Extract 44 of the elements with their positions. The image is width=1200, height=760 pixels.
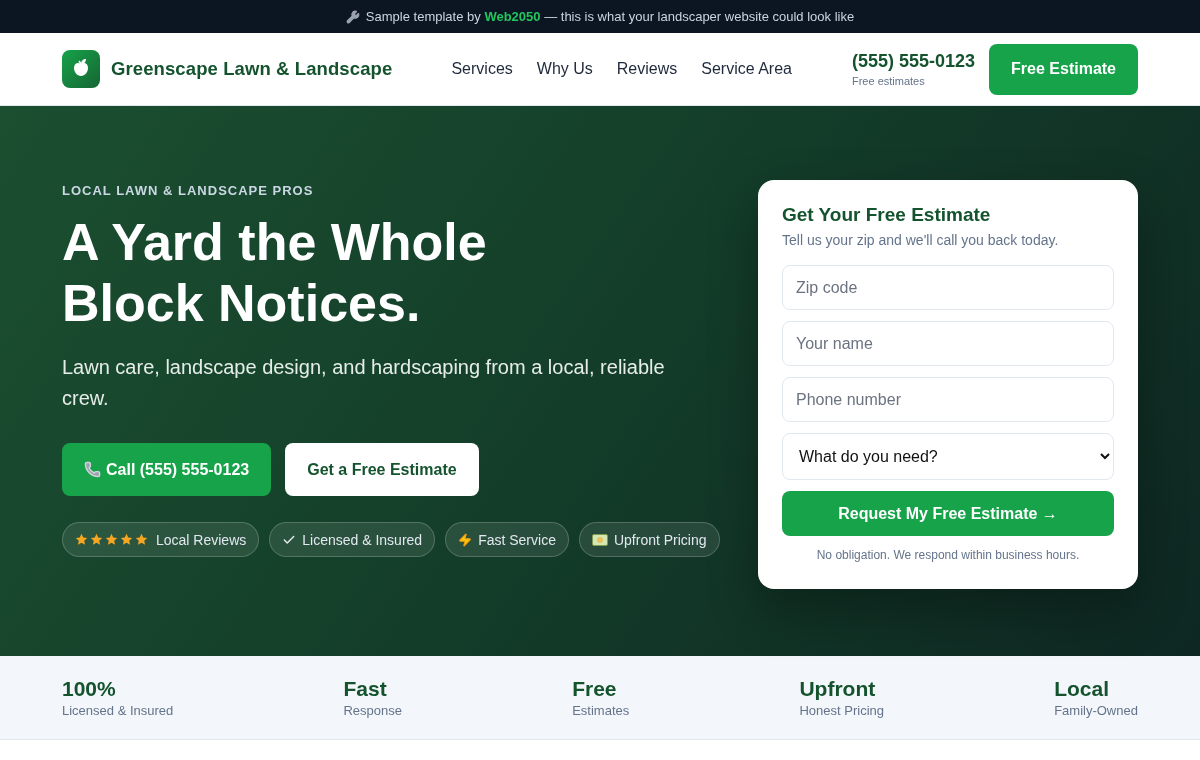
- brand-name[interactable]: Greenscape Lawn & Landscape: [111, 58, 393, 80]
- estimate-button[interactable]: Get a Free Estimate: [285, 443, 479, 496]
- service-select[interactable]: What do you need?: [782, 433, 1114, 480]
- star-icon: [90, 533, 103, 546]
- phone-note: Free estimates: [851, 75, 926, 87]
- nav-link[interactable]: Why Us: [536, 60, 593, 78]
- star-icon: [135, 533, 148, 546]
- stat-value: Fast: [343, 677, 388, 701]
- star-icon: [105, 533, 118, 546]
- nav-link[interactable]: Services: [451, 60, 513, 78]
- stat-label: Response: [343, 703, 402, 718]
- nav-link[interactable]: Service Area: [701, 60, 792, 78]
- input-field[interactable]: Your name: [782, 321, 1114, 366]
- web2050-link[interactable]: Web2050: [484, 9, 541, 24]
- badge-text: Upfront Pricing: [613, 531, 707, 548]
- badge-text: Local Reviews: [156, 531, 247, 548]
- hero-title: A Yard the Whole Block Notices.: [62, 212, 488, 334]
- form-note: No obligation. We respond within business hours.: [815, 548, 1081, 562]
- banner-text: Sample template by Web2050 — this is what your landscaper website could look like: [365, 9, 855, 24]
- stat-value: Free: [572, 677, 618, 701]
- banknote-icon: [591, 533, 608, 546]
- lightning-icon: [458, 532, 473, 547]
- apple-logo-icon: [62, 50, 100, 88]
- input-field[interactable]: Phone number: [782, 377, 1114, 422]
- hero-kicker: LOCAL LAWN & LANDSCAPE PROS: [62, 183, 315, 198]
- stat-label: Licensed & Insured: [62, 703, 174, 718]
- input-field[interactable]: Zip code: [782, 265, 1114, 310]
- nav-link[interactable]: Reviews: [616, 60, 678, 78]
- badge-text: Licensed & Insured: [302, 531, 423, 548]
- form-title: Get Your Free Estimate: [782, 204, 992, 226]
- stat-label: Family-Owned: [1054, 703, 1138, 718]
- phone-icon: [84, 461, 101, 478]
- wrench-icon: [345, 9, 360, 24]
- hero-subtitle: Lawn care, landscape design, and hardscaping from a local, reliable crew.: [62, 355, 666, 411]
- stat-value: Upfront: [799, 677, 877, 701]
- form-subtitle: Tell us your zip and we'll call you back today.: [782, 232, 1060, 248]
- star-icon: [75, 533, 88, 546]
- stat-label: Honest Pricing: [799, 703, 884, 718]
- stat-value: Local: [1054, 677, 1110, 701]
- badge-text: Fast Service: [478, 531, 556, 548]
- stat-value: 100%: [62, 677, 117, 701]
- star-icon: [120, 533, 133, 546]
- phone-link[interactable]: (555) 555-0123: [851, 51, 976, 72]
- stat-label: Estimates: [572, 703, 630, 718]
